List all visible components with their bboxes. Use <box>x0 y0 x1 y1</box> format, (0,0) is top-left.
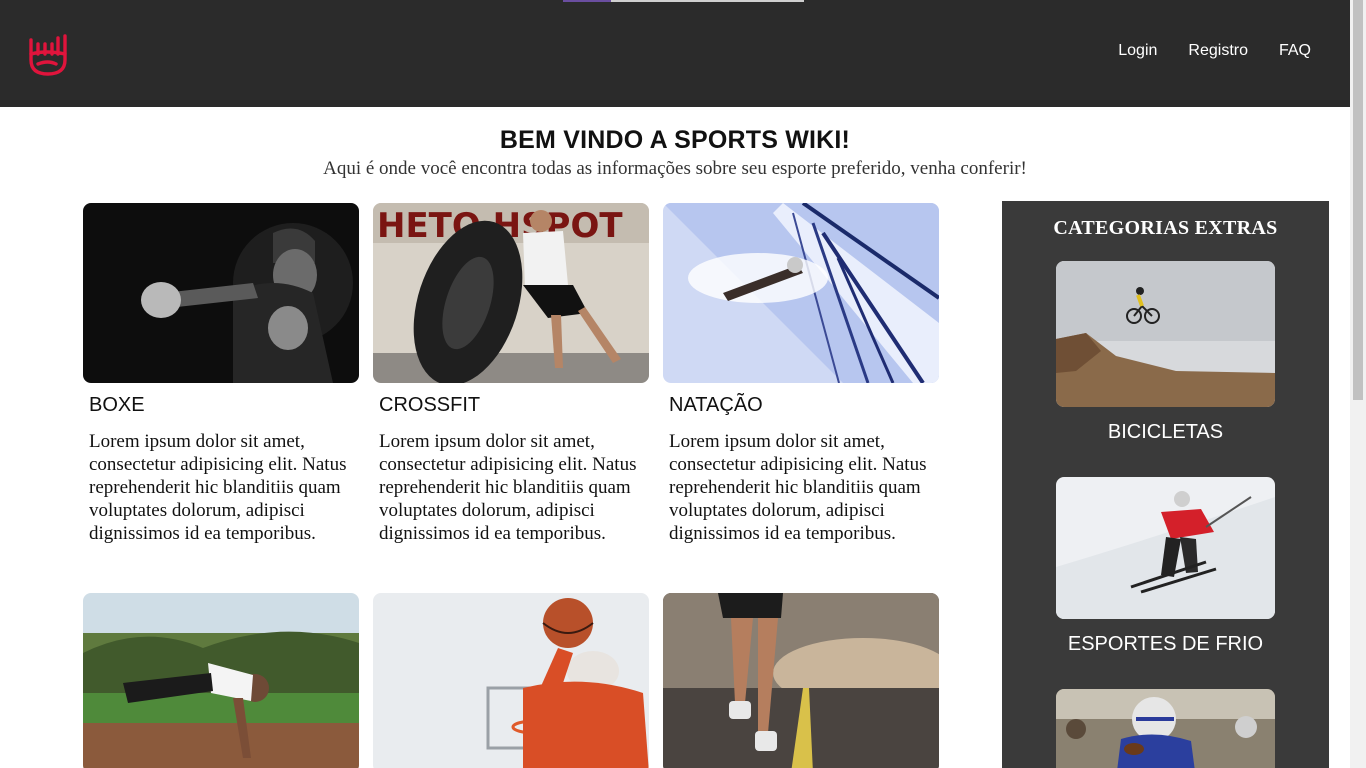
rock-hand-icon[interactable] <box>26 30 72 78</box>
card-title: CROSSFIT <box>379 394 481 416</box>
nav-registro[interactable]: Registro <box>1188 42 1248 60</box>
sport-card-basquete <box>373 593 649 768</box>
main-nav: Login Registro FAQ <box>1118 42 1311 60</box>
boxe-image[interactable] <box>83 203 359 383</box>
extra-categories-sidebar: CATEGORIAS EXTRAS BICICLETAS ESPORTES DE… <box>1002 201 1329 768</box>
sport-card-calistenia <box>83 593 359 768</box>
sport-card-natacao: NATAÇÃO Lorem ipsum dolor sit amet, cons… <box>663 203 939 545</box>
card-title: BOXE <box>89 394 145 416</box>
sidebar-label-esportes-de-frio[interactable]: ESPORTES DE FRIO <box>1056 633 1275 656</box>
sidebar-title: CATEGORIAS EXTRAS <box>1053 217 1278 239</box>
card-title: NATAÇÃO <box>669 394 763 416</box>
page-loading-bar <box>563 0 804 2</box>
sidebar-label-bicicletas[interactable]: BICICLETAS <box>1056 421 1275 444</box>
sidebar-item-esportes-de-frio[interactable]: ESPORTES DE FRIO <box>1056 477 1275 656</box>
sport-card-crossfit: HETO HSPOT CROSSFIT Lorem ipsum dolor si… <box>373 203 649 545</box>
card-text: Lorem ipsum dolor sit amet, consectetur … <box>379 431 637 544</box>
card-text: Lorem ipsum dolor sit amet, consectetur … <box>669 431 927 544</box>
corrida-image[interactable] <box>663 593 939 768</box>
page-title: BEM VINDO A SPORTS WIKI! <box>499 126 851 154</box>
page-scrollbar[interactable] <box>1350 0 1366 768</box>
site-header: Login Registro FAQ <box>0 0 1350 107</box>
card-text: Lorem ipsum dolor sit amet, consectetur … <box>89 431 347 544</box>
sport-card-boxe: BOXE Lorem ipsum dolor sit amet, consect… <box>83 203 359 545</box>
bicicletas-image[interactable] <box>1056 261 1275 407</box>
natacao-image[interactable] <box>663 203 939 383</box>
calistenia-image[interactable] <box>83 593 359 768</box>
scrollbar-thumb[interactable] <box>1353 0 1363 400</box>
crossfit-image[interactable]: HETO HSPOT <box>373 203 649 383</box>
nav-faq[interactable]: FAQ <box>1279 42 1311 60</box>
futebol-americano-image[interactable] <box>1056 689 1275 768</box>
basquete-image[interactable] <box>373 593 649 768</box>
nav-login[interactable]: Login <box>1118 42 1157 60</box>
sidebar-item-bicicletas[interactable]: BICICLETAS <box>1056 261 1275 444</box>
esportes-de-frio-image[interactable] <box>1056 477 1275 619</box>
page-subtitle: Aqui é onde você encontra todas as infor… <box>323 158 1027 179</box>
sidebar-item-futebol-americano[interactable] <box>1056 689 1275 768</box>
sport-card-corrida <box>663 593 939 768</box>
loading-progress <box>563 0 611 2</box>
